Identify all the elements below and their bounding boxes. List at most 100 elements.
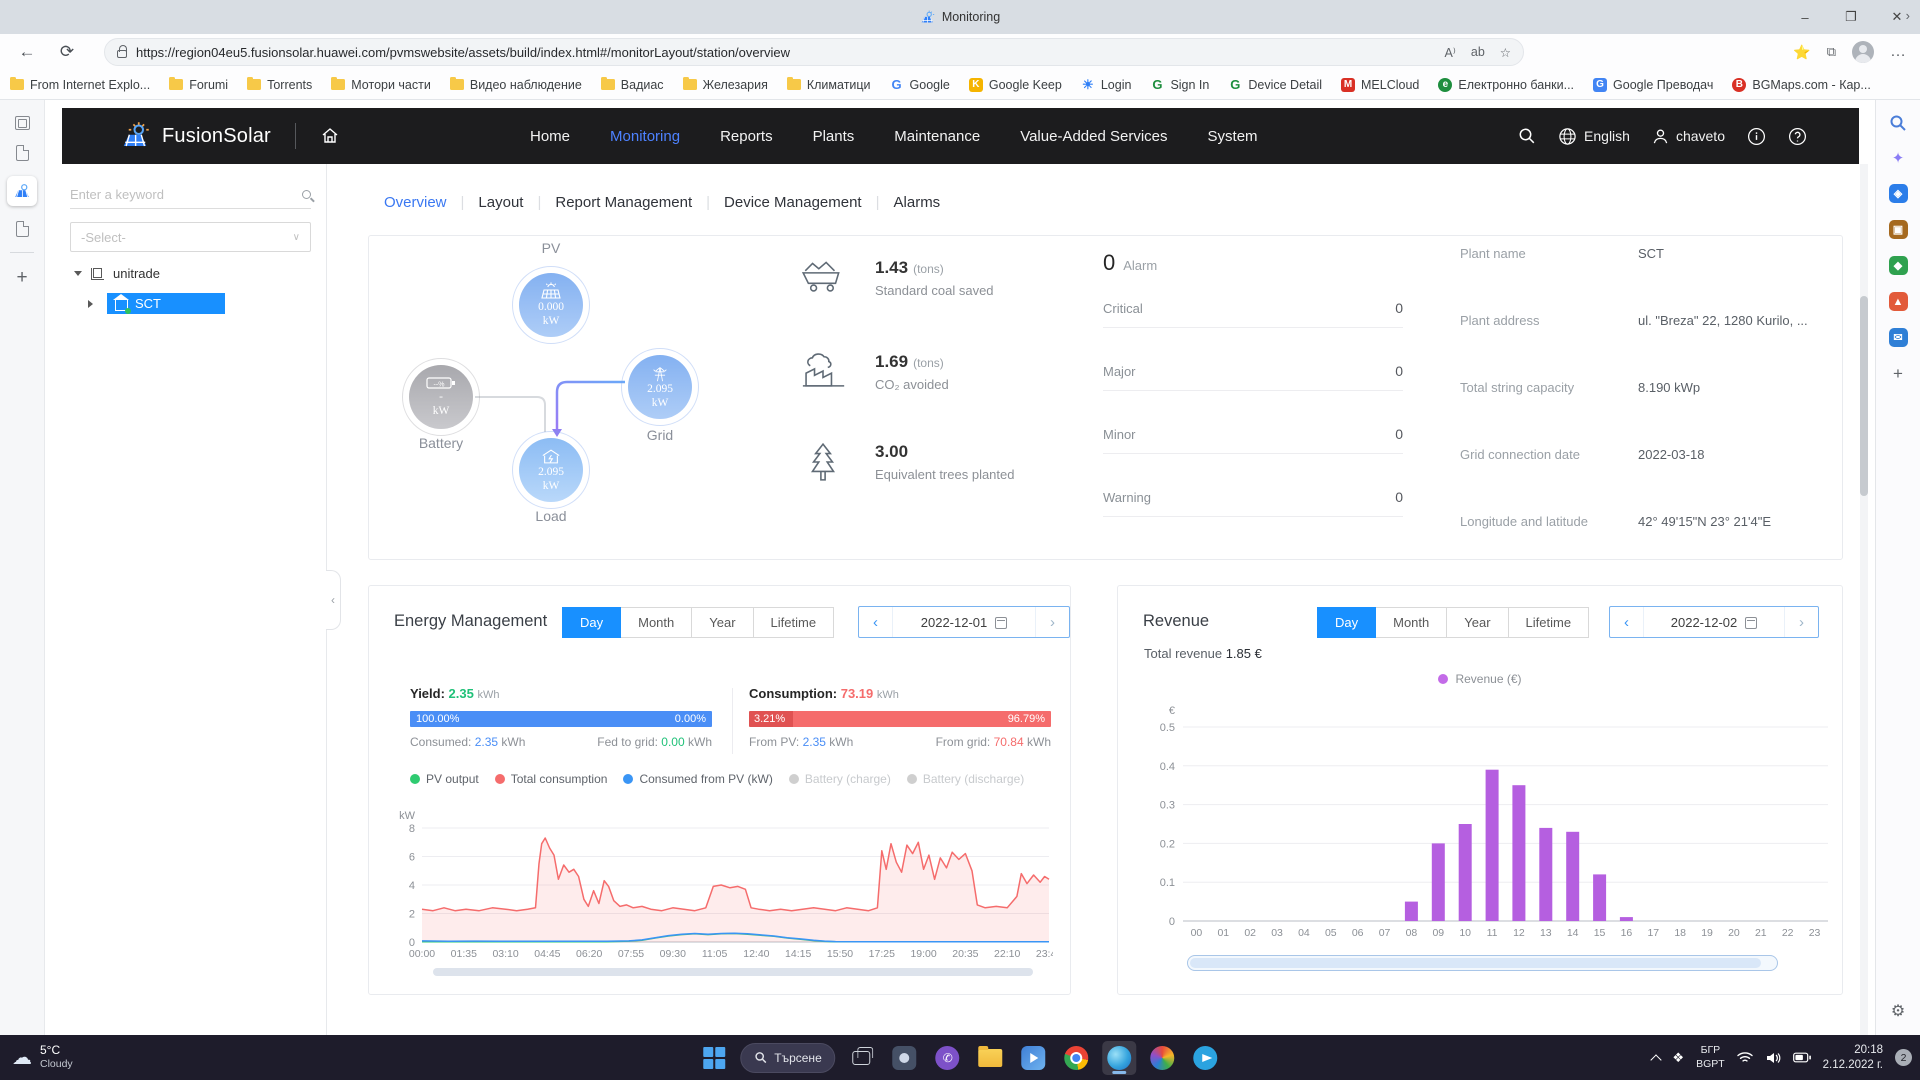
chrome-button[interactable] [1060,1041,1094,1075]
battery-node[interactable]: --% - kW [409,365,473,429]
browser-back-button[interactable]: ← [10,34,44,70]
next-date-icon[interactable]: › [1036,614,1069,631]
legend-item-consumed-from-pv-kw[interactable]: Consumed from PV (kW) [623,772,772,786]
energy-tab-day[interactable]: Day [562,607,621,638]
bookmark-google-преводач[interactable]: GGoogle Преводач [1593,78,1713,92]
taskbar-clock[interactable]: 20:18 2.12.2022 г. [1823,1043,1883,1073]
revenue-tab-month[interactable]: Month [1375,607,1447,638]
copilot-icon[interactable]: ✦ [1892,149,1905,167]
tools-icon[interactable]: ▣ [1889,220,1908,239]
url-field[interactable]: https://region04eu5.fusionsolar.huawei.c… [104,38,1524,66]
sidebar-search-icon[interactable] [1889,114,1907,132]
subnav-item-alarms[interactable]: Alarms [894,194,941,211]
load-node[interactable]: 2.095 kW [519,438,583,502]
bookmark-melcloud[interactable]: MMELCloud [1341,78,1419,92]
active-tab-fusionsolar-icon[interactable] [7,176,37,206]
bookmark-bgmaps-com-кар[interactable]: BBGMaps.com - Кар... [1732,78,1870,92]
legend-item-battery-charge[interactable]: Battery (charge) [789,772,891,786]
bookmark-електронно-банки[interactable]: eЕлектронно банки... [1438,78,1574,92]
designer-icon[interactable]: ◆ [1889,256,1908,275]
window-minimize-button[interactable]: – [1782,0,1828,34]
browser-refresh-button[interactable]: ⟳ [50,34,84,70]
energy-tab-year[interactable]: Year [691,607,753,638]
energy-tab-month[interactable]: Month [620,607,692,638]
bookmark-google-keep[interactable]: KGoogle Keep [969,78,1062,92]
outlook-icon[interactable]: ✉ [1889,328,1908,347]
taskbar-search[interactable]: Търсене [740,1043,835,1073]
nav-item-system[interactable]: System [1208,128,1258,145]
volume-icon[interactable] [1765,1051,1781,1065]
revenue-tab-day[interactable]: Day [1317,607,1376,638]
nav-item-maintenance[interactable]: Maintenance [894,128,980,145]
tab-page-icon[interactable] [16,145,29,161]
sidebar-collapse-handle[interactable]: ‹ [326,570,341,630]
tab-page-icon[interactable] [16,221,29,237]
bookmark-google[interactable]: GGoogle [890,78,950,92]
settings-icon[interactable]: ⚙ [1891,1001,1905,1021]
nav-item-reports[interactable]: Reports [720,128,773,145]
legend-item-total-consumption[interactable]: Total consumption [495,772,608,786]
keyword-search-input[interactable] [70,180,302,208]
revenue-chart-scrollbar[interactable] [1187,955,1778,971]
revenue-tab-lifetime[interactable]: Lifetime [1508,607,1590,638]
bookmark-login[interactable]: ☀Login [1081,78,1132,92]
photos-button[interactable] [1146,1041,1180,1075]
file-explorer-button[interactable] [974,1041,1008,1075]
browser-tab[interactable]: Monitoring [920,0,1000,34]
bookmark-torrents[interactable]: Torrents [247,78,312,92]
lock-icon[interactable] [117,50,127,58]
bookmark-device-detail[interactable]: GDevice Detail [1228,78,1322,92]
bookmark-железария[interactable]: Железария [683,78,768,92]
legend-item-pv-output[interactable]: PV output [410,772,479,786]
weather-widget[interactable]: ☁ 5°C Cloudy [12,1035,73,1080]
bookmark-from-internet-explo[interactable]: From Internet Explo... [10,78,150,92]
task-view-button[interactable] [845,1041,879,1075]
user-menu[interactable]: chaveto [1652,128,1725,145]
games-icon[interactable]: ▲ [1889,292,1908,311]
prev-date-icon[interactable]: ‹ [859,614,892,631]
wifi-icon[interactable] [1737,1051,1753,1064]
bookmarks-overflow-icon[interactable]: › [1906,0,1910,30]
subnav-item-report-management[interactable]: Report Management [555,194,692,211]
nav-item-value-added-services[interactable]: Value-Added Services [1020,128,1167,145]
subnav-item-layout[interactable]: Layout [478,194,523,211]
bookmark-forumi[interactable]: Forumi [169,78,228,92]
browser-menu-icon[interactable]: … [1890,43,1906,61]
bookmark-климатици[interactable]: Климатици [787,78,871,92]
bookmark-видео-наблюдение[interactable]: Видео наблюдение [450,78,582,92]
header-search-icon[interactable] [1518,127,1536,145]
home-icon[interactable] [320,126,340,146]
nav-item-plants[interactable]: Plants [813,128,855,145]
help-icon[interactable] [1788,127,1807,146]
language-switcher[interactable]: English [1558,127,1630,146]
pv-node[interactable]: 0.000 kW [519,273,583,337]
search-icon[interactable] [302,190,311,199]
bookmark-вадиас[interactable]: Вадиас [601,78,664,92]
revenue-tab-year[interactable]: Year [1446,607,1508,638]
hidden-icons-chevron[interactable] [1651,1054,1662,1065]
grid-node[interactable]: 2.095 kW [628,355,692,419]
next-date-icon[interactable]: › [1785,614,1818,631]
caret-down-icon[interactable] [74,271,82,276]
edge-button[interactable] [1103,1041,1137,1075]
camera-app-button[interactable] [888,1041,922,1075]
translate-icon[interactable]: ab [1471,45,1485,59]
media-player-button[interactable] [1017,1041,1051,1075]
telegram-button[interactable] [1189,1041,1223,1075]
bookmark-sign-in[interactable]: GSign In [1150,78,1209,92]
nav-item-monitoring[interactable]: Monitoring [610,128,680,145]
battery-icon[interactable] [1793,1052,1811,1063]
prev-date-icon[interactable]: ‹ [1610,614,1643,631]
add-favorite-icon[interactable]: ☆ [1500,45,1511,60]
url-text[interactable]: https://region04eu5.fusionsolar.huawei.c… [136,45,1429,60]
energy-chart-scrollbar[interactable] [433,968,1033,976]
language-indicator[interactable]: БГР BGPT [1696,1044,1725,1070]
viber-button[interactable]: ✆ [931,1041,965,1075]
subnav-item-device-management[interactable]: Device Management [724,194,862,211]
window-close-button[interactable]: ✕ [1874,0,1920,34]
start-button[interactable] [697,1041,731,1075]
favorites-icon[interactable]: ⭐ [1793,44,1810,61]
energy-date-field[interactable]: 2022-12-01 [892,607,1036,637]
add-app-icon[interactable]: + [1893,364,1903,384]
info-icon[interactable] [1747,127,1766,146]
